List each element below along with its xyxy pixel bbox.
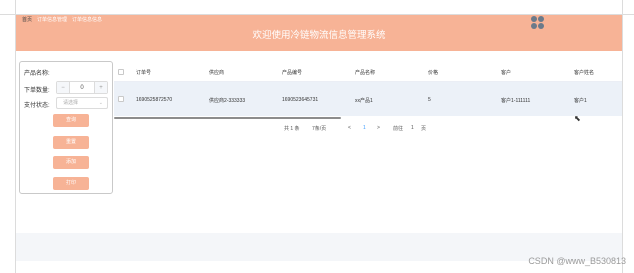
select-all-checkbox[interactable] [118,69,124,75]
pagination-current-page[interactable]: 1 [363,125,366,131]
row-checkbox[interactable] [118,96,124,102]
customer-name-cell: 客户1 [574,98,587,104]
pagination-goto-input[interactable]: 1 [411,125,414,131]
breadcrumb: 首页 订单信息管理 订单信息信息 [22,16,102,23]
product-name-cell: xx产品1 [355,98,373,104]
watermark: CSDN @www_B530813 [528,256,626,266]
payment-status-label: 支付状态: [24,103,50,109]
quantity-decrease-button[interactable]: − [57,82,69,93]
nav-order-management[interactable]: 订单信息管理 [37,16,67,23]
column-header[interactable]: 客户姓名 [574,69,594,76]
nav-order-info[interactable]: 订单信息信息 [72,16,102,23]
print-button[interactable]: 打印 [53,177,89,190]
chevron-down-icon: ⌄ [98,100,103,106]
pagination-total: 共 1 条 [284,126,300,132]
price-cell: 5 [428,97,431,103]
horizontal-scrollbar[interactable] [114,117,341,119]
filter-panel: 产品名称: 下单数量: − 0 + 支付状态: 请选择 ⌄ 查询 重置 添加 打… [19,61,113,194]
quantity-increase-button[interactable]: + [95,82,107,93]
user-avatar-icon[interactable] [531,16,545,30]
order-number-cell: 1690525872570 [136,97,173,103]
column-header[interactable]: 产品编号 [282,69,302,76]
column-header[interactable]: 产品名称 [355,69,375,76]
reset-button[interactable]: 重置 [53,136,89,149]
payment-status-placeholder: 请选择 [63,100,79,106]
frame-right-border [622,0,623,273]
column-header[interactable]: 供应商 [209,69,224,76]
pagination-page-suffix: 页 [421,126,427,132]
quantity-stepper: − 0 + [56,81,108,94]
customer-cell: 客户1-111111 [501,98,531,104]
product-number-cell: 1690523645731 [282,97,319,103]
add-button[interactable]: 添加 [53,156,89,169]
header-bar: 首页 订单信息管理 订单信息信息 欢迎使用冷链物流信息管理系统 [16,15,622,51]
table-header: 订单号 供应商 产品编号 产品名称 价格 客户 客户姓名 [114,62,622,82]
column-header[interactable]: 订单号 [136,69,151,76]
pagination-next-button[interactable]: > [377,125,380,131]
supplier-cell: 供应商2-333333 [209,98,246,104]
column-header[interactable]: 价格 [428,69,438,76]
pagination-prev-button[interactable]: < [348,125,351,131]
payment-status-select[interactable]: 请选择 ⌄ [56,97,108,109]
pagination-page-size[interactable]: 7条/页 [312,125,326,132]
app-frame: 首页 订单信息管理 订单信息信息 欢迎使用冷链物流信息管理系统 产品名称: 下单… [0,0,634,273]
nav-home[interactable]: 首页 [22,16,32,23]
product-name-input[interactable] [60,67,108,77]
pagination-goto-label: 前往 [393,126,404,132]
table-row[interactable]: 1690525872570 供应商2-333333 1690523645731 … [114,82,622,116]
quantity-value[interactable]: 0 [69,82,95,93]
mouse-cursor-icon: ⬉ [574,114,581,123]
column-header[interactable]: 客户 [501,69,511,76]
quantity-label: 下单数量: [24,88,50,94]
product-name-label: 产品名称: [24,71,50,77]
search-button[interactable]: 查询 [53,114,89,127]
